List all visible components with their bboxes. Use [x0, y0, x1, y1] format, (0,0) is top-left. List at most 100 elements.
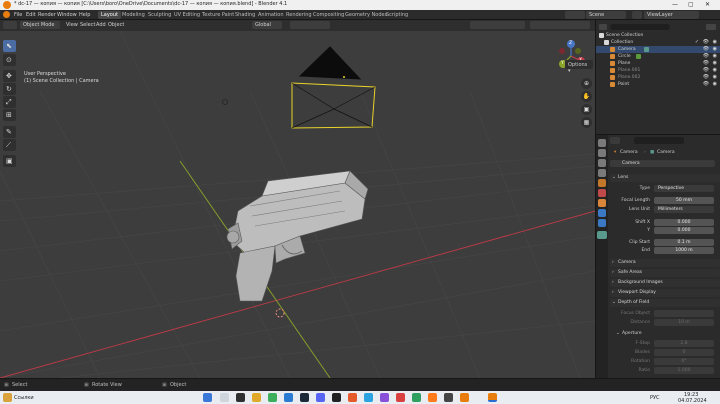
visibility-toggles[interactable]: 👁 ◉ — [703, 74, 718, 80]
object-tab-icon[interactable] — [598, 199, 606, 207]
cursor-tool[interactable]: ⊙ — [3, 54, 16, 66]
menu-window[interactable]: Window — [57, 12, 77, 18]
app-icon[interactable] — [444, 393, 453, 402]
background-images-section[interactable]: › Background Images — [610, 279, 720, 287]
viewport-display-section[interactable]: › Viewport Display — [610, 289, 720, 297]
tab-animation[interactable]: Animation — [255, 11, 287, 19]
scene-browse-icon[interactable] — [565, 11, 585, 19]
zoom-icon[interactable]: ⊕ — [581, 78, 592, 89]
visibility-toggles[interactable]: ✓ 👁 ◉ — [695, 39, 718, 45]
tree-item-circle[interactable]: Circle 👁 ◉ — [596, 53, 720, 60]
properties-search-input[interactable] — [634, 137, 684, 144]
blender-menu-icon[interactable] — [3, 11, 10, 18]
lens-section[interactable]: ⌄ Lens — [610, 174, 720, 182]
weather-label[interactable]: Ссылки — [14, 395, 34, 401]
camera-object[interactable] — [291, 46, 376, 129]
language-indicator[interactable]: РУС — [650, 395, 660, 401]
tree-item-collection[interactable]: Collection ✓ 👁 ◉ — [596, 39, 720, 46]
view-layer-icon[interactable] — [632, 11, 642, 19]
pan-hand-icon[interactable]: ✋ — [581, 91, 592, 102]
depth-of-field-section[interactable]: ⌄ Depth of Field — [610, 299, 720, 307]
blender-taskbar-icon[interactable] — [460, 393, 469, 402]
rotation-field[interactable]: 0° — [654, 358, 714, 365]
app-icon[interactable] — [396, 393, 405, 402]
focus-object-field[interactable] — [654, 310, 714, 317]
app-icon[interactable] — [380, 393, 389, 402]
clip-start-field[interactable]: 0.1 m — [654, 239, 714, 246]
task-view-icon[interactable] — [236, 393, 245, 402]
tree-item-plane-001[interactable]: Plane.001 👁 ◉ — [596, 67, 720, 74]
f-stop-field[interactable]: 2.8 — [654, 340, 714, 347]
distance-field[interactable]: 10 m — [654, 319, 714, 326]
visibility-toggles[interactable]: 👁 ◉ — [703, 60, 718, 66]
menu-edit[interactable]: Edit — [26, 12, 36, 18]
clock-date[interactable]: 04.07.2024 — [678, 398, 707, 404]
steam-icon[interactable] — [300, 393, 309, 402]
tab-sculpting[interactable]: Sculpting — [145, 11, 174, 19]
tab-layout[interactable]: Layout — [98, 11, 121, 19]
visibility-toggles[interactable]: 👁 ◉ — [703, 81, 718, 87]
transform-tool[interactable]: ⊞ — [3, 109, 16, 121]
options-dropdown[interactable]: Options ▾ — [565, 60, 593, 74]
menu-help[interactable]: Help — [79, 12, 90, 18]
add-cube-tool[interactable]: ▣ — [3, 155, 16, 167]
maximize-button[interactable]: ▢ — [688, 1, 694, 8]
outliner-editor-icon[interactable] — [599, 24, 607, 30]
light-object[interactable] — [222, 99, 228, 105]
tree-item-scene-collection[interactable]: Scene Collection — [596, 32, 720, 39]
ratio-field[interactable]: 1.000 — [654, 367, 714, 374]
tree-item-plane[interactable]: Plane 👁 ◉ — [596, 60, 720, 67]
firefox-icon[interactable] — [428, 393, 437, 402]
shift-x-field[interactable]: 0.000 — [654, 219, 714, 226]
annotate-tool[interactable]: ✎ — [3, 126, 16, 138]
measure-tool[interactable]: ⟋ — [3, 139, 16, 151]
telegram-icon[interactable] — [364, 393, 373, 402]
clip-end-field[interactable]: 1000 m — [654, 247, 714, 254]
type-dropdown[interactable]: Perspective — [654, 185, 714, 192]
menu-view[interactable]: View — [66, 22, 78, 28]
blender-active-window-icon[interactable] — [488, 393, 497, 402]
tree-item-plane-002[interactable]: Plane.002 👁 ◉ — [596, 74, 720, 81]
view-layer-selector[interactable]: ViewLayer — [644, 11, 699, 19]
snap-pivot-controls[interactable] — [290, 21, 330, 29]
tab-modeling[interactable]: Modeling — [119, 11, 148, 19]
app-icon[interactable] — [412, 393, 421, 402]
file-explorer-icon[interactable] — [252, 393, 261, 402]
grid-view-icon[interactable]: ▦ — [581, 117, 592, 128]
discord-icon[interactable] — [316, 393, 325, 402]
scale-tool[interactable]: ⤢ — [3, 96, 16, 108]
constraints-tab-icon[interactable] — [598, 219, 606, 227]
visibility-toggles[interactable]: 👁 ◉ — [703, 53, 718, 59]
datablock-field[interactable]: Camera — [610, 160, 715, 167]
scene-selector[interactable]: Scene — [586, 11, 626, 19]
move-tool[interactable]: ✥ — [3, 70, 16, 82]
chrome-icon[interactable] — [268, 393, 277, 402]
rotate-tool[interactable]: ↻ — [3, 83, 16, 95]
datablock-selector[interactable]: Camera — [610, 160, 720, 168]
select-box-tool[interactable]: ⬉ — [3, 40, 16, 52]
pistol-model[interactable] — [226, 170, 369, 302]
camera-view-icon[interactable]: ▣ — [581, 104, 592, 115]
edge-icon[interactable] — [284, 393, 293, 402]
menu-select[interactable]: Select — [80, 22, 95, 28]
tab-scripting[interactable]: Scripting — [383, 11, 411, 19]
mode-selector[interactable]: Object Mode — [20, 21, 60, 29]
menu-object[interactable]: Object — [108, 22, 124, 28]
close-window-button[interactable]: ✕ — [705, 1, 710, 8]
safe-areas-section[interactable]: › Safe Areas — [610, 269, 720, 277]
search-icon[interactable] — [220, 393, 229, 402]
focal-length-field[interactable]: 50 mm — [654, 197, 714, 204]
menu-file[interactable]: File — [14, 12, 22, 18]
3d-viewport[interactable]: X Y Z ⊕ ✋ ▣ ▦ Options ▾ User Perspective… — [0, 31, 595, 378]
physics-tab-icon[interactable] — [598, 209, 606, 217]
lens-unit-dropdown[interactable]: Millimeters — [654, 206, 714, 213]
output-tab-icon[interactable] — [598, 159, 606, 167]
aperture-subpanel[interactable]: ⌄ Aperture — [614, 330, 714, 337]
menu-render[interactable]: Render — [38, 12, 56, 18]
tool-tab-icon[interactable] — [598, 139, 606, 147]
app-icon[interactable] — [348, 393, 357, 402]
shift-y-field[interactable]: 0.000 — [654, 227, 714, 234]
shading-mode-buttons[interactable] — [530, 21, 590, 29]
tree-item-point[interactable]: Point 👁 ◉ — [596, 81, 720, 88]
camera-section[interactable]: › Camera — [610, 259, 720, 267]
